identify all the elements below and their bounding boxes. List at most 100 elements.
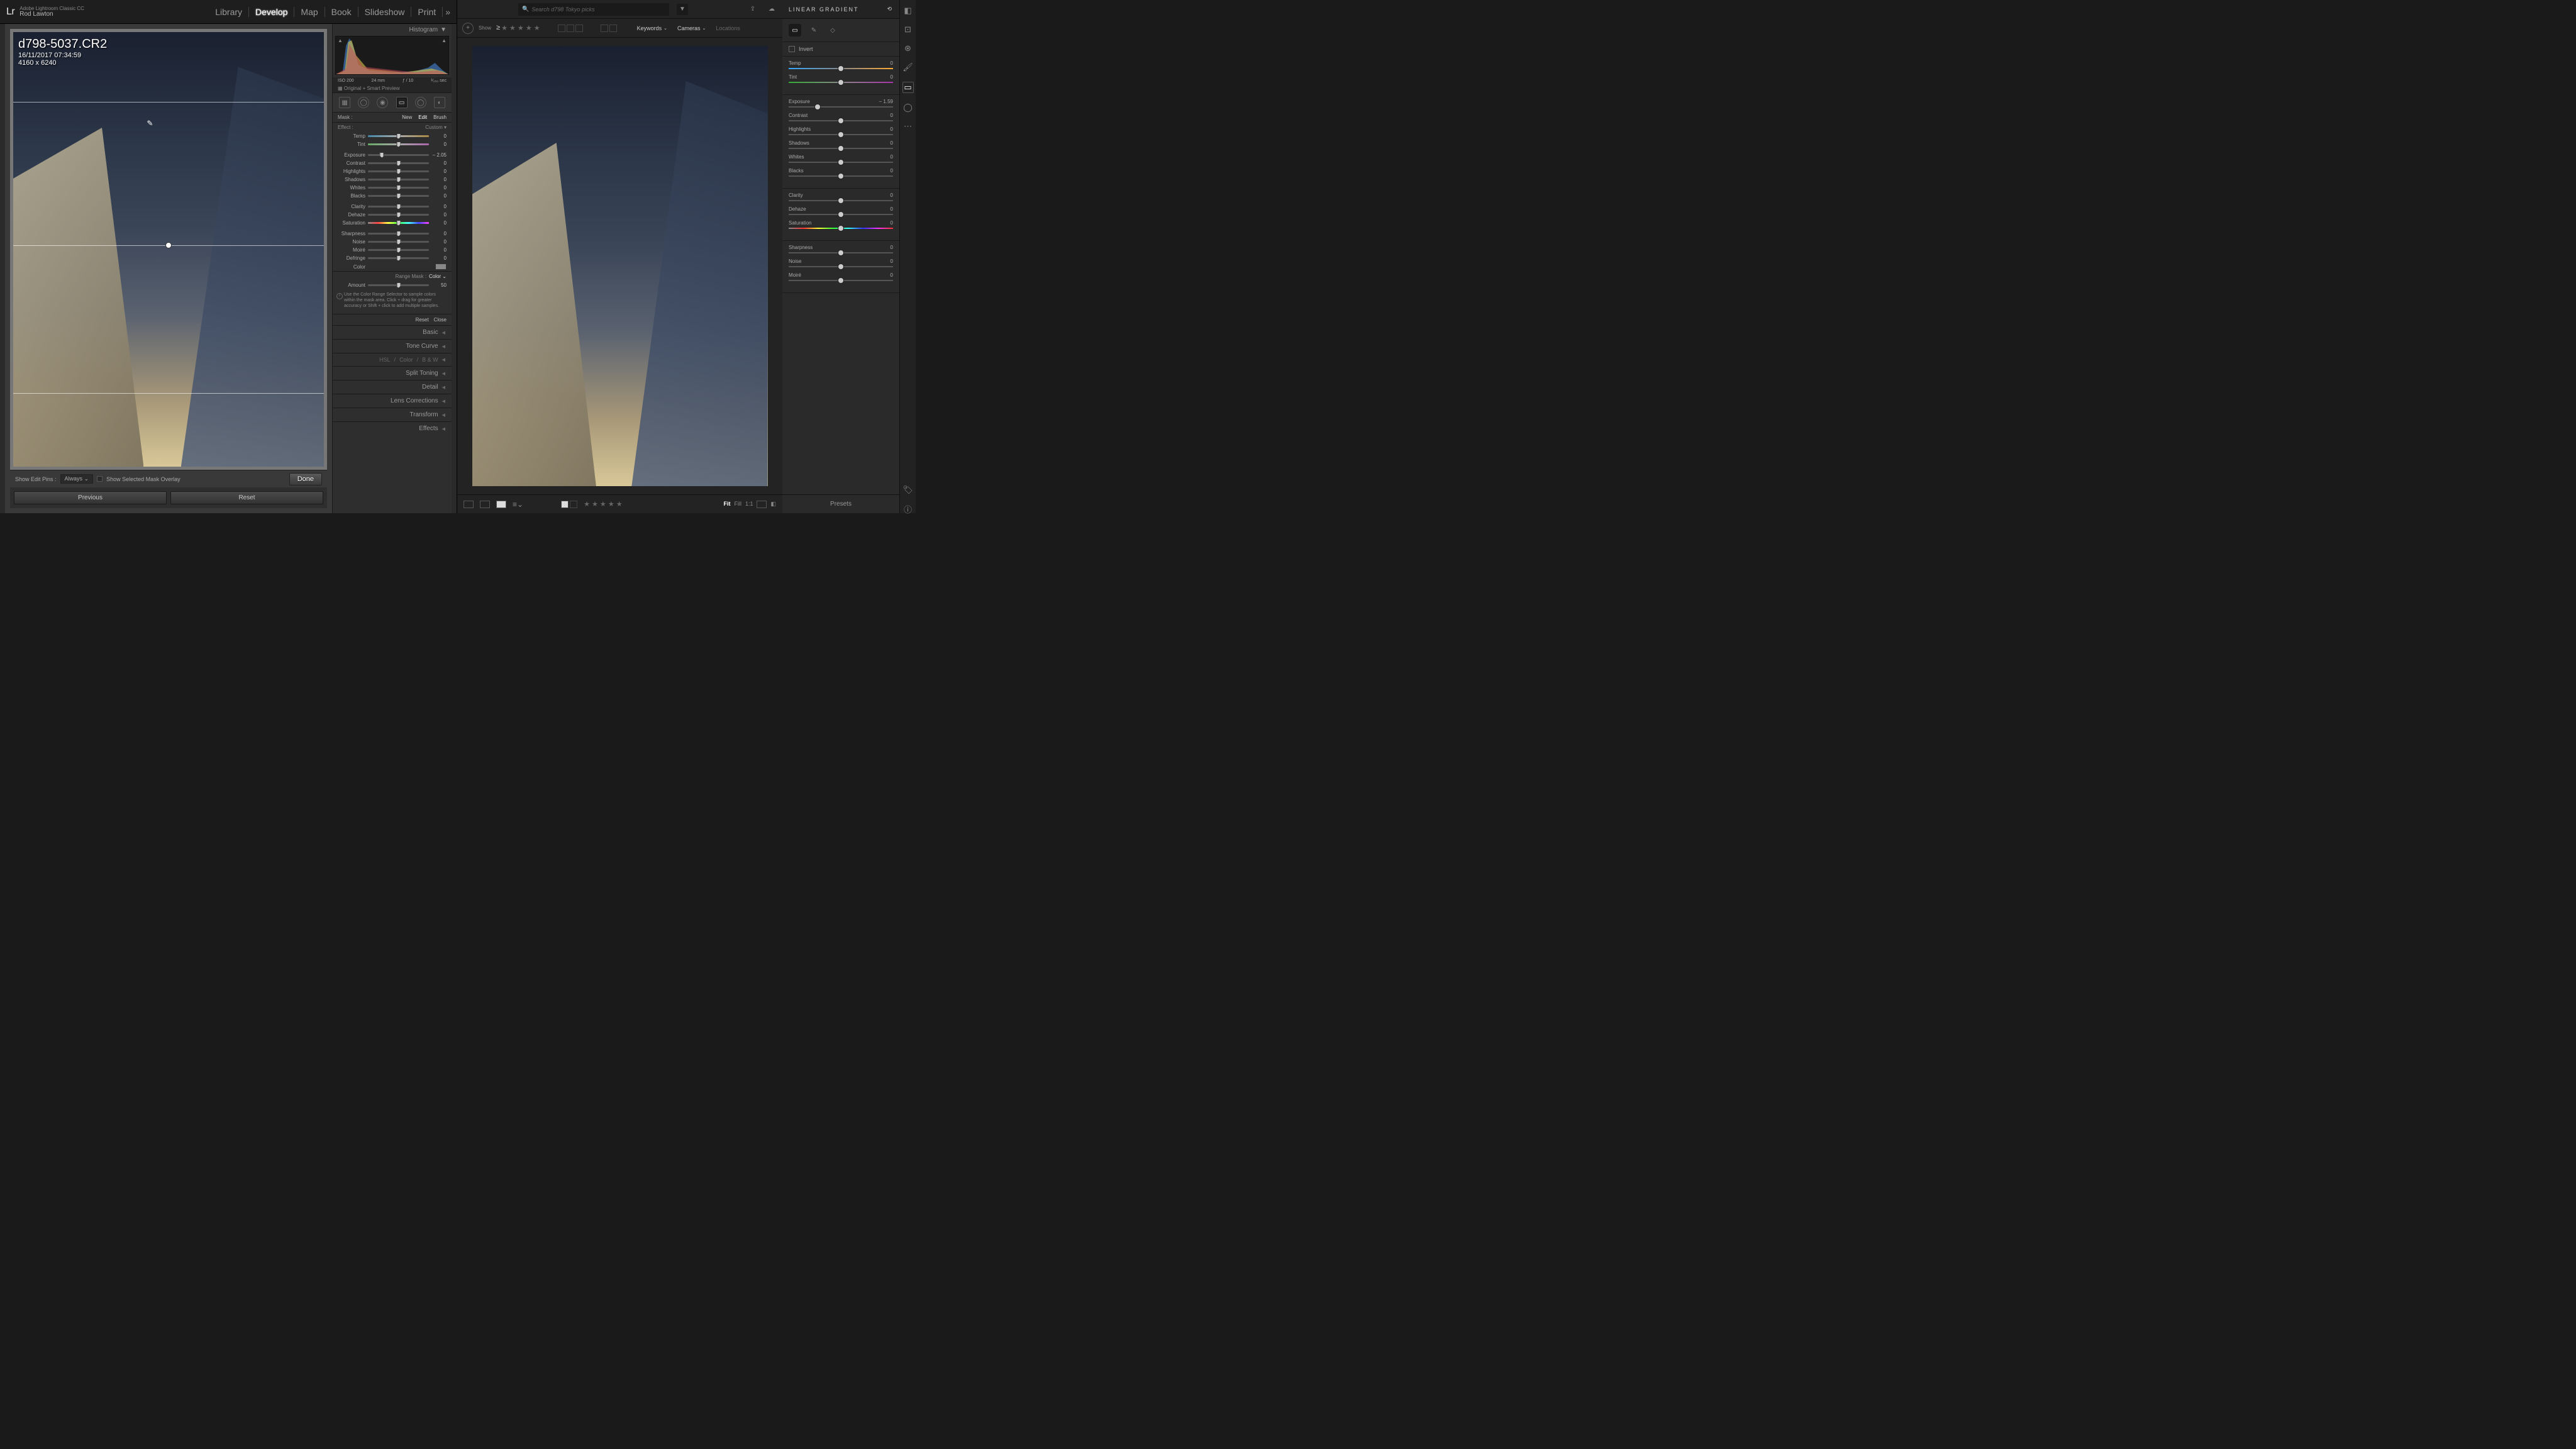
slider-value-temp[interactable]: 0 bbox=[431, 133, 447, 139]
slider-value-defringe[interactable]: 0 bbox=[431, 255, 447, 261]
accordion-tonecurve[interactable]: Tone Curve◀ bbox=[333, 339, 452, 353]
slider-value-dehaze[interactable]: 0 bbox=[431, 212, 447, 218]
slider-noise[interactable] bbox=[368, 241, 429, 243]
presets-button[interactable]: Presets bbox=[782, 494, 899, 513]
gradient-line-bottom[interactable] bbox=[13, 393, 324, 394]
type-filter[interactable] bbox=[601, 25, 617, 32]
cc-slider-exposure[interactable] bbox=[789, 106, 893, 108]
eyedropper-icon[interactable]: ✎ bbox=[147, 119, 153, 128]
cc-slider-value-shadows[interactable]: 0 bbox=[891, 140, 893, 146]
slider-temp[interactable] bbox=[368, 135, 429, 137]
cameras-dropdown[interactable]: Cameras⌄ bbox=[675, 24, 708, 33]
accordion-detail[interactable]: Detail◀ bbox=[333, 380, 452, 394]
left-panel-expander[interactable] bbox=[0, 24, 5, 513]
slider-highlights[interactable] bbox=[368, 170, 429, 172]
rating-controls[interactable]: ★ ★ ★ ★ ★ bbox=[584, 500, 623, 508]
cloud-icon[interactable]: ☁ bbox=[766, 4, 777, 15]
cc-slider-value-temp[interactable]: 0 bbox=[891, 60, 893, 66]
tag-rail-icon[interactable]: 🏷 bbox=[904, 486, 913, 494]
mask-new[interactable]: New bbox=[402, 114, 412, 120]
cc-slider-temp[interactable] bbox=[789, 68, 893, 69]
grid-view-icon[interactable] bbox=[464, 501, 474, 508]
cc-slider-highlights[interactable] bbox=[789, 134, 893, 135]
slider-shadows[interactable] bbox=[368, 179, 429, 180]
brush-mask-icon[interactable]: ✎ bbox=[808, 24, 820, 36]
more-rail-icon[interactable]: ⋯ bbox=[904, 122, 913, 131]
cc-slider-value-sharpness[interactable]: 0 bbox=[891, 245, 893, 250]
crop-tool-icon[interactable]: ▦ bbox=[339, 97, 350, 108]
panel-close[interactable]: Close bbox=[434, 317, 447, 323]
slider-value-sharpness[interactable]: 0 bbox=[431, 231, 447, 236]
detail-view-icon[interactable] bbox=[496, 501, 506, 508]
slider-exposure[interactable] bbox=[368, 154, 429, 156]
square-grid-icon[interactable] bbox=[480, 501, 490, 508]
cc-slider-contrast[interactable] bbox=[789, 120, 893, 121]
slider-value-clarity[interactable]: 0 bbox=[431, 204, 447, 209]
slider-value-blacks[interactable]: 0 bbox=[431, 193, 447, 199]
cc-slider-value-clarity[interactable]: 0 bbox=[891, 192, 893, 198]
preview-mode-label[interactable]: ▦ Original + Smart Preview bbox=[333, 84, 452, 93]
mask-brush[interactable]: Brush bbox=[433, 114, 447, 120]
slider-value-whites[interactable]: 0 bbox=[431, 185, 447, 191]
accordion-hsl[interactable]: HSL/ Color/ B & W◀ bbox=[333, 353, 452, 366]
slider-clarity[interactable] bbox=[368, 206, 429, 208]
cc-slider-value-tint[interactable]: 0 bbox=[891, 74, 893, 80]
radial-rail-icon[interactable]: ◯ bbox=[904, 103, 913, 112]
add-photos-button[interactable]: + bbox=[462, 23, 474, 34]
locations-dropdown[interactable]: Locations bbox=[713, 24, 743, 33]
zoom-fit[interactable]: Fit bbox=[723, 501, 730, 508]
share-icon[interactable]: ⇪ bbox=[747, 4, 758, 15]
color-swatch[interactable] bbox=[435, 264, 447, 270]
histogram[interactable]: ▲ ▲ bbox=[335, 36, 449, 75]
slider-dehaze[interactable] bbox=[368, 214, 429, 216]
rating-filter[interactable]: ≥ ★ ★ ★ ★ ★ bbox=[496, 24, 540, 32]
search-input[interactable]: 🔍 Search d798 Tokyo picks bbox=[518, 3, 669, 16]
cc-canvas[interactable] bbox=[457, 38, 782, 494]
amount-value[interactable]: 50 bbox=[431, 282, 447, 288]
slider-moire[interactable] bbox=[368, 249, 429, 251]
accordion-lenscorrections[interactable]: Lens Corrections◀ bbox=[333, 394, 452, 408]
slider-defringe[interactable] bbox=[368, 257, 429, 259]
module-more-icon[interactable]: » bbox=[443, 7, 450, 17]
compare-icon[interactable]: ◧ bbox=[770, 501, 776, 508]
slider-contrast[interactable] bbox=[368, 162, 429, 164]
slider-value-noise[interactable]: 0 bbox=[431, 239, 447, 245]
flag-controls[interactable] bbox=[561, 501, 577, 508]
redeye-tool-icon[interactable]: ◉ bbox=[377, 97, 388, 108]
show-edit-pins-dropdown[interactable]: Always ⌄ bbox=[60, 474, 94, 484]
cc-slider-noise[interactable] bbox=[789, 266, 893, 267]
crop-rail-icon[interactable]: ⊡ bbox=[904, 25, 913, 34]
linear-rail-icon[interactable]: ▭ bbox=[902, 82, 914, 93]
info-rail-icon[interactable]: ⓘ bbox=[904, 504, 913, 513]
cc-slider-value-exposure[interactable]: − 1.59 bbox=[879, 99, 893, 104]
cc-slider-value-dehaze[interactable]: 0 bbox=[891, 206, 893, 212]
module-map[interactable]: Map bbox=[294, 7, 325, 17]
linear-mask-icon[interactable]: ▭ bbox=[789, 24, 801, 36]
accordion-effects[interactable]: Effects◀ bbox=[333, 421, 452, 435]
module-library[interactable]: Library bbox=[209, 7, 249, 17]
slider-value-shadows[interactable]: 0 bbox=[431, 177, 447, 182]
flag-filter[interactable] bbox=[558, 25, 583, 32]
cc-slider-value-saturation[interactable]: 0 bbox=[891, 220, 893, 226]
mask-overlay-checkbox[interactable] bbox=[97, 476, 103, 482]
cc-slider-blacks[interactable] bbox=[789, 175, 893, 177]
slider-blacks[interactable] bbox=[368, 195, 429, 197]
filter-icon[interactable]: ▼ bbox=[677, 4, 688, 15]
amount-slider[interactable] bbox=[368, 284, 429, 286]
develop-canvas[interactable]: ✎ d798-5037.CR2 16/11/2017 07:34:59 4160… bbox=[10, 29, 327, 470]
panel-reset[interactable]: Reset bbox=[416, 317, 429, 323]
cc-slider-value-blacks[interactable]: 0 bbox=[891, 168, 893, 174]
module-develop[interactable]: Develop bbox=[249, 7, 294, 17]
erase-mask-icon[interactable]: ◇ bbox=[826, 24, 839, 36]
histogram-label[interactable]: Histogram bbox=[409, 26, 438, 33]
zoom-fill[interactable]: Fill bbox=[734, 501, 741, 508]
slider-value-exposure[interactable]: – 2.05 bbox=[431, 152, 447, 158]
zoom-1to1[interactable]: 1:1 bbox=[745, 501, 753, 508]
slider-value-moire[interactable]: 0 bbox=[431, 247, 447, 253]
keywords-dropdown[interactable]: Keywords⌄ bbox=[635, 24, 670, 33]
accordion-transform[interactable]: Transform◀ bbox=[333, 408, 452, 421]
radial-filter-icon[interactable]: ◯ bbox=[415, 97, 426, 108]
cc-slider-value-noise[interactable]: 0 bbox=[891, 258, 893, 264]
invert-checkbox[interactable] bbox=[789, 46, 795, 52]
cc-slider-tint[interactable] bbox=[789, 82, 893, 83]
